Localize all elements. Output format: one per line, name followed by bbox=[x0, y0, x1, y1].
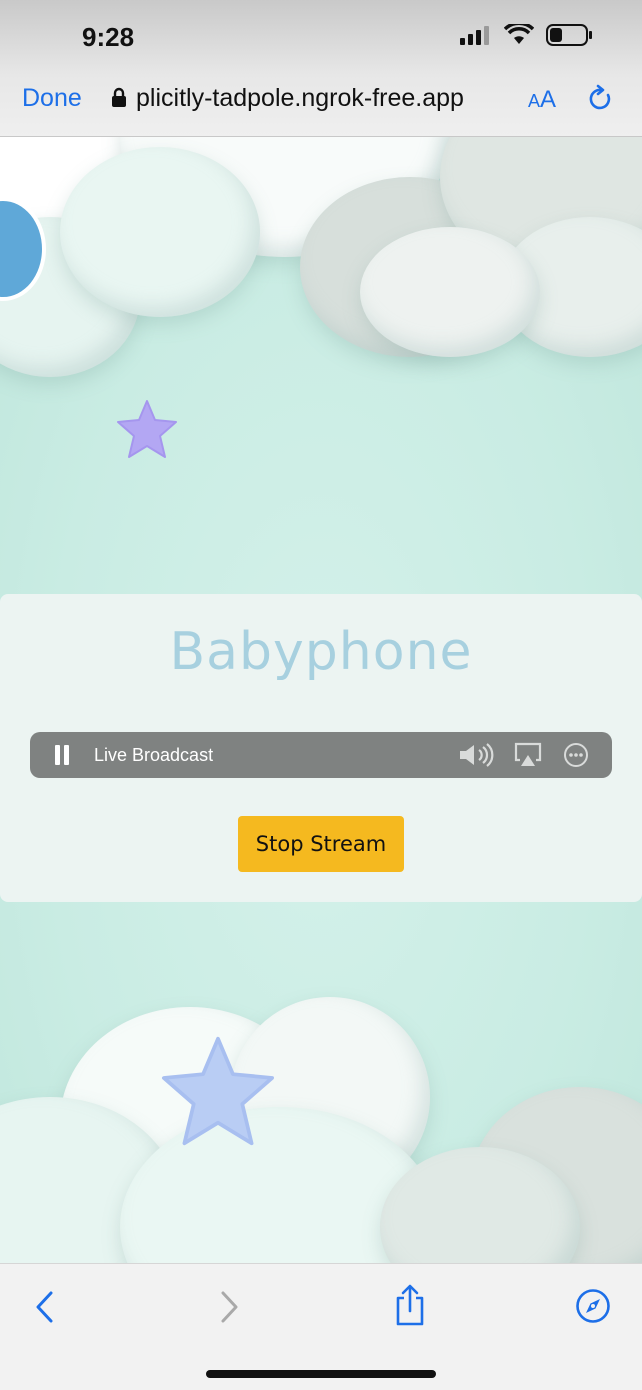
volume-icon[interactable] bbox=[458, 742, 494, 768]
done-button[interactable]: Done bbox=[22, 84, 82, 113]
text-size-small-label: A bbox=[528, 91, 541, 111]
battery-icon bbox=[546, 24, 592, 46]
forward-icon[interactable] bbox=[220, 1290, 240, 1324]
text-size-button[interactable]: AA bbox=[528, 86, 556, 114]
stop-stream-button[interactable]: Stop Stream bbox=[238, 816, 404, 872]
text-size-large-label: A bbox=[540, 86, 557, 113]
back-icon[interactable] bbox=[34, 1290, 54, 1324]
star-decoration bbox=[117, 400, 177, 458]
airplay-icon[interactable] bbox=[514, 742, 542, 768]
home-indicator[interactable] bbox=[206, 1370, 436, 1378]
cloud-decoration bbox=[360, 227, 540, 357]
url-field[interactable]: plicitly-tadpole.ngrok-free.app bbox=[136, 84, 464, 113]
wifi-icon bbox=[504, 24, 534, 44]
audio-player[interactable]: Live Broadcast bbox=[30, 732, 612, 778]
cellular-signal-icon bbox=[460, 26, 489, 45]
status-icons bbox=[460, 24, 594, 46]
page-title: Babyphone bbox=[169, 622, 473, 682]
more-icon[interactable] bbox=[563, 742, 589, 768]
browser-top-bar: 9:28 Done plicitly-tadpole.ngrok-free.ap… bbox=[0, 0, 642, 137]
reload-icon[interactable] bbox=[588, 84, 614, 114]
lock-icon bbox=[112, 87, 126, 107]
share-icon[interactable] bbox=[394, 1284, 426, 1326]
star-decoration bbox=[161, 1036, 274, 1146]
player-status-label: Live Broadcast bbox=[94, 745, 214, 765]
compass-icon[interactable] bbox=[575, 1288, 611, 1324]
cloud-decoration bbox=[60, 147, 260, 317]
pause-icon[interactable] bbox=[54, 745, 70, 765]
status-time: 9:28 bbox=[82, 22, 135, 52]
